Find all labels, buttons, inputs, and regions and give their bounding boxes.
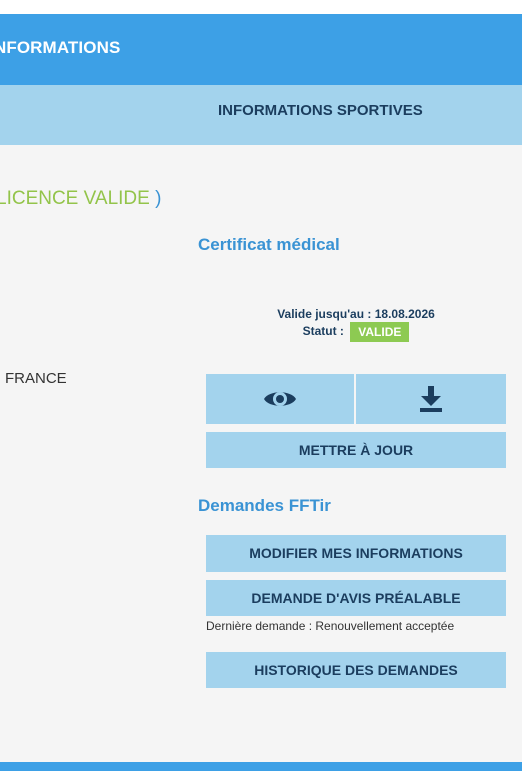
download-icon: [420, 386, 442, 412]
modify-info-button[interactable]: MODIFIER MES INFORMATIONS: [206, 535, 506, 572]
status-label: Statut :: [302, 324, 344, 339]
certificat-valid-until: Valide jusqu'au : 18.08.2026: [277, 307, 435, 321]
certificat-status: Statut : VALIDE: [206, 322, 506, 342]
licence-status-text: LICENCE VALIDE: [0, 188, 150, 209]
tab-informations-sportives[interactable]: INFORMATIONS SPORTIVES: [218, 102, 423, 119]
licence-close-paren: ): [155, 188, 162, 209]
country-value: FRANCE: [5, 370, 67, 387]
download-certificat-button[interactable]: [356, 374, 506, 424]
footer-bar: [0, 762, 522, 771]
status-badge: VALIDE: [350, 322, 410, 342]
section-header: NFORMATIONS: [0, 14, 522, 85]
update-certificat-button[interactable]: METTRE À JOUR: [206, 432, 506, 468]
certificat-title: Certificat médical: [198, 235, 340, 254]
top-gap: [0, 0, 522, 14]
tab-bar: INFORMATIONS SPORTIVES: [0, 85, 522, 145]
avis-prealable-button[interactable]: DEMANDE D'AVIS PRÉALABLE: [206, 580, 506, 616]
history-button[interactable]: HISTORIQUE DES DEMANDES: [206, 652, 506, 688]
header-title: NFORMATIONS: [0, 38, 121, 57]
licence-status: LICENCE VALIDE ): [0, 188, 161, 210]
demandes-title: Demandes FFTir: [198, 496, 331, 515]
last-request-text: Dernière demande : Renouvellement accept…: [206, 619, 455, 633]
view-certificat-button[interactable]: [206, 374, 354, 424]
eye-icon: [264, 392, 296, 406]
